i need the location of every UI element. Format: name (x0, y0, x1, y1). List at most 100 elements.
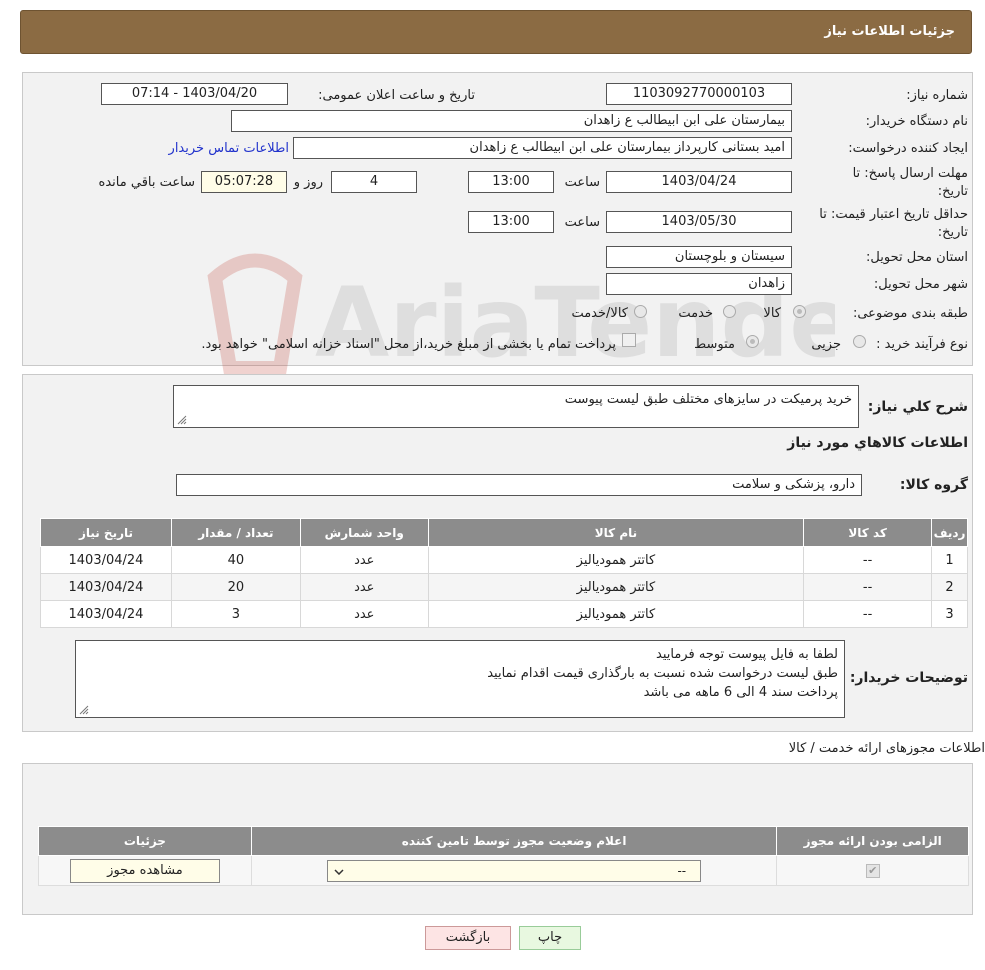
resize-grip-icon[interactable] (79, 705, 89, 715)
licenses-table: الزامی بودن ارائه مجوز اعلام وضعیت مجوز … (38, 826, 969, 886)
table-cell: 3 (170, 600, 301, 628)
licenses-title: اطلاعات مجوزهای ارائه خدمت / کالا (788, 741, 985, 756)
deadline-time-field[interactable]: 13:00 (468, 171, 554, 193)
remaining-time-label: ساعت باقي مانده (98, 175, 195, 190)
table-cell: -- (803, 546, 933, 574)
table-row: 2 -- کاتتر همودیالیز عدد 20 1403/04/24 (40, 573, 968, 601)
buyer-notes-line: طبق لیست درخواست شده نسبت به بارگذاری قی… (487, 666, 838, 681)
items-table: ردیف کد کالا نام کالا واحد شمارش تعداد /… (40, 518, 968, 628)
license-details-cell: مشاهده مجوز (38, 855, 252, 886)
table-cell: 2 (931, 573, 968, 601)
need-number-label: شماره نیاز: (906, 88, 968, 103)
goods-info-title: اطلاعات كالاهاي مورد نياز (787, 435, 968, 451)
items-table-header: ردیف کد کالا نام کالا واحد شمارش تعداد /… (40, 518, 968, 547)
resize-grip-icon[interactable] (177, 415, 187, 425)
category-goods-service-label: کالا/خدمت (571, 306, 628, 321)
purchase-medium-label: متوسط (694, 337, 735, 352)
treasury-checkbox[interactable] (622, 333, 636, 347)
table-cell: کاتتر همودیالیز (427, 546, 805, 574)
buyer-notes-line: لطفا به فایل پیوست توجه فرمایید (656, 647, 838, 662)
table-cell: 20 (170, 573, 301, 601)
col-license-required: الزامی بودن ارائه مجوز (776, 826, 969, 856)
price-validity-label-date: تاریخ: (937, 225, 968, 240)
page-header: جزئیات اطلاعات نیاز (20, 10, 972, 54)
purchase-radio-minor[interactable] (853, 335, 866, 348)
purchase-radio-medium[interactable] (746, 335, 759, 348)
chevron-down-icon (334, 868, 344, 875)
deadline-label: مهلت ارسال پاسخ: تا (852, 166, 968, 181)
creator-field[interactable]: امید بستانی کارپرداز بیمارستان علی ابن ا… (293, 137, 792, 159)
buyer-contact-link[interactable]: اطلاعات تماس خریدار (169, 141, 289, 156)
license-required-cell: ✔ (776, 855, 969, 886)
col-quantity: تعداد / مقدار (170, 518, 301, 547)
category-label: طبقه بندی موضوعی: (852, 306, 968, 321)
province-field[interactable]: سیستان و بلوچستان (606, 246, 792, 268)
city-field[interactable]: زاهدان (606, 273, 792, 295)
announce-datetime-label: تاریخ و ساعت اعلان عمومی: (318, 88, 475, 103)
table-cell: عدد (299, 546, 429, 574)
license-status-cell: -- (250, 855, 778, 886)
table-cell: 1403/04/24 (40, 546, 172, 574)
table-cell: 1403/04/24 (40, 600, 172, 628)
need-number-field[interactable]: 1103092770000103 (606, 83, 792, 105)
licenses-table-header: الزامی بودن ارائه مجوز اعلام وضعیت مجوز … (38, 826, 969, 856)
buyer-org-field[interactable]: بیمارستان علی ابن ابیطالب ع زاهدان (231, 110, 792, 132)
col-license-status: اعلام وضعیت مجوز توسط تامین کننده (250, 826, 778, 856)
price-validity-label: حداقل تاریخ اعتبار قیمت: تا (819, 207, 968, 222)
license-status-value: -- (677, 863, 687, 878)
table-cell: کاتتر همودیالیز (427, 600, 805, 628)
table-row: 1 -- کاتتر همودیالیز عدد 40 1403/04/24 (40, 546, 968, 574)
goods-group-field[interactable]: دارو، پزشکی و سلامت (176, 474, 862, 496)
print-button[interactable]: چاپ (519, 926, 581, 950)
deadline-label-date: تاریخ: (937, 184, 968, 199)
purchase-type-label: نوع فرآیند خرید : (876, 337, 968, 352)
category-goods-label: کالا (763, 306, 781, 321)
table-cell: -- (803, 573, 933, 601)
category-radio-service[interactable] (723, 305, 736, 318)
col-row-number: ردیف (931, 518, 968, 547)
category-radio-goods[interactable] (793, 305, 806, 318)
deadline-date-field[interactable]: 1403/04/24 (606, 171, 792, 193)
table-cell: -- (803, 600, 933, 628)
col-need-date: تاریخ نیاز (40, 518, 172, 547)
col-license-details: جزئیات (38, 826, 252, 856)
table-cell: عدد (299, 573, 429, 601)
purchase-minor-label: جزیی (811, 337, 841, 352)
days-remaining-field[interactable]: 4 (331, 171, 417, 193)
goods-group-label: گروه کالا: (899, 477, 968, 493)
table-cell: عدد (299, 600, 429, 628)
general-description-field[interactable]: خرید پرمیکت در سایزهای مختلف طبق لیست پی… (173, 385, 859, 428)
table-cell: کاتتر همودیالیز (427, 573, 805, 601)
buyer-notes-line: پرداخت سند 4 الی 6 ماهه می باشد (643, 685, 838, 700)
deadline-hour-label: ساعت (564, 175, 600, 190)
general-description-label: شرح كلي نياز: (867, 399, 968, 415)
page-title: جزئیات اطلاعات نیاز (824, 24, 955, 39)
price-validity-date-field[interactable]: 1403/05/30 (606, 211, 792, 233)
table-cell: 3 (931, 600, 968, 628)
buyer-notes-field[interactable]: لطفا به فایل پیوست توجه فرمایید طبق لیست… (75, 640, 845, 718)
table-cell: 1403/04/24 (40, 573, 172, 601)
announce-datetime-field[interactable]: 1403/04/20 - 07:14 (101, 83, 288, 105)
price-validity-hour-label: ساعت (564, 215, 600, 230)
days-label: روز و (293, 175, 323, 190)
category-radio-goods-service[interactable] (634, 305, 647, 318)
price-validity-time-field[interactable]: 13:00 (468, 211, 554, 233)
col-item-name: نام کالا (427, 518, 805, 547)
creator-label: ایجاد کننده درخواست: (848, 141, 968, 156)
license-status-select[interactable]: -- (327, 859, 702, 882)
table-row: 3 -- کاتتر همودیالیز عدد 3 1403/04/24 (40, 600, 968, 628)
table-row: ✔ -- مشاهده مجوز (38, 855, 969, 886)
back-button[interactable]: بازگشت (425, 926, 511, 950)
category-service-label: خدمت (678, 306, 713, 321)
buyer-notes-label: توضیحات خریدار: (849, 670, 968, 686)
table-cell: 40 (170, 546, 301, 574)
table-cell: 1 (931, 546, 968, 574)
buyer-org-label: نام دستگاه خریدار: (865, 114, 968, 129)
view-license-button[interactable]: مشاهده مجوز (69, 858, 220, 883)
checkbox-checked-icon[interactable]: ✔ (865, 864, 880, 878)
general-description-text: خرید پرمیکت در سایزهای مختلف طبق لیست پی… (564, 392, 852, 407)
province-label: استان محل تحویل: (866, 250, 968, 265)
remaining-time-field[interactable]: 05:07:28 (201, 171, 287, 193)
col-unit: واحد شمارش (299, 518, 429, 547)
city-label: شهر محل تحویل: (873, 277, 968, 292)
